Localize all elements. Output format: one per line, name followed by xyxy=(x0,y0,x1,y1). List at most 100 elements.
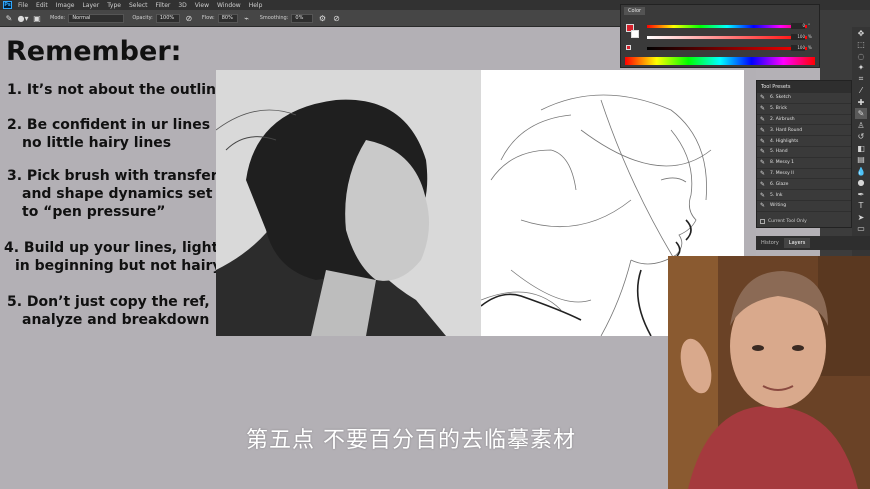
preset-item[interactable]: ✎ 6. Glaze xyxy=(757,179,851,191)
preset-label: 4. Highlights xyxy=(770,138,799,144)
current-tool-only-checkbox[interactable]: Current Tool Only xyxy=(760,219,807,224)
preset-label: Writing xyxy=(770,203,787,209)
preset-item[interactable]: ✎ 5. Hand xyxy=(757,147,851,158)
preset-label: 5. Brick xyxy=(770,106,787,112)
stamp-tool-icon[interactable]: ♙ xyxy=(855,120,867,131)
preset-item[interactable]: ✎ 7. Messy II xyxy=(757,169,851,180)
menu-filter[interactable]: Filter xyxy=(156,2,171,9)
menu-view[interactable]: View xyxy=(195,2,209,9)
brightness-slider[interactable] xyxy=(647,47,807,50)
tab-history[interactable]: History xyxy=(756,238,784,248)
color-panel-tab[interactable]: Color xyxy=(624,7,646,15)
airbrush-icon[interactable]: ⌁ xyxy=(242,13,252,23)
gradient-tool-icon[interactable]: ▤ xyxy=(855,154,867,165)
type-tool-icon[interactable]: T xyxy=(855,200,867,211)
opacity-field[interactable]: 100% xyxy=(155,13,180,23)
brush-icon: ✎ xyxy=(760,202,766,210)
tip-1: 1. It’s not about the outline xyxy=(7,81,226,99)
brightness-value[interactable]: 100 xyxy=(791,45,805,51)
photoshop-logo[interactable]: Ps xyxy=(3,1,12,9)
hue-slider[interactable] xyxy=(647,25,807,28)
pen-tool-icon[interactable]: ✒ xyxy=(855,189,867,200)
document-canvas[interactable]: Remember: 1. It’s not about the outline … xyxy=(0,28,756,489)
menu-file[interactable]: File xyxy=(18,2,28,9)
video-subtitle: 第五点 不要百分百的去临摹素材 xyxy=(246,428,576,453)
preset-item[interactable]: ✎ 3. Hard Round xyxy=(757,125,851,137)
saturation-slider[interactable] xyxy=(647,36,807,39)
brush-settings-icon[interactable]: ▣ xyxy=(32,13,42,23)
menu-image[interactable]: Image xyxy=(56,2,75,9)
pressure-opacity-icon[interactable]: ⊘ xyxy=(184,13,194,23)
brush-icon: ✎ xyxy=(760,137,766,145)
gamut-warning-swatch xyxy=(626,45,631,50)
history-brush-icon[interactable]: ↺ xyxy=(855,131,867,142)
brush-icon: ✎ xyxy=(760,180,766,188)
menu-3d[interactable]: 3D xyxy=(178,2,186,9)
preset-item[interactable]: ✎ 5. Ink xyxy=(757,190,851,201)
reference-photo-art xyxy=(216,70,481,336)
eraser-tool-icon[interactable]: ◧ xyxy=(855,143,867,154)
brush-icon: ✎ xyxy=(760,126,766,134)
menu-edit[interactable]: Edit xyxy=(36,2,48,9)
move-tool-icon[interactable]: ✥ xyxy=(855,28,867,39)
tip-3-line-3: to “pen pressure” xyxy=(22,204,166,220)
path-select-tool-icon[interactable]: ➤ xyxy=(855,212,867,223)
dodge-tool-icon[interactable]: ● xyxy=(855,177,867,188)
crop-tool-icon[interactable]: ⌗ xyxy=(855,74,867,85)
preset-item[interactable]: ✎ 2. Airbrush xyxy=(757,115,851,126)
mode-label: Mode: xyxy=(50,15,66,21)
preset-label: 5. Hand xyxy=(770,149,788,155)
tool-presets-tab[interactable]: Tool Presets xyxy=(757,81,851,93)
slide-title: Remember: xyxy=(6,36,182,67)
healing-tool-icon[interactable]: ✚ xyxy=(855,97,867,108)
tool-presets-panel: Tool Presets ✎ 6. Sketch ✎ 5. Brick ✎ 2. Ai… xyxy=(756,80,852,228)
brush-icon: ✎ xyxy=(760,191,766,199)
brightness-unit: % xyxy=(808,45,812,50)
smoothing-label: Smoothing: xyxy=(259,15,289,21)
saturation-unit: % xyxy=(808,34,812,39)
tip-2-line-1: 2. Be confident in ur lines xyxy=(7,117,211,133)
webcam-overlay xyxy=(668,256,870,489)
lasso-tool-icon[interactable]: ◌ xyxy=(855,51,867,62)
background-color-swatch[interactable] xyxy=(631,30,639,38)
brush-icon: ✎ xyxy=(760,115,766,123)
preset-item[interactable]: ✎ Writing xyxy=(757,201,851,212)
preset-label: 6. Sketch xyxy=(770,95,791,101)
color-spectrum-ramp[interactable] xyxy=(625,57,815,65)
menu-help[interactable]: Help xyxy=(249,2,263,9)
brush-icon: ✎ xyxy=(760,94,766,102)
preset-label: 8. Messy 1 xyxy=(770,160,795,166)
tip-5: 5. Don’t just copy the ref, analyze and … xyxy=(7,293,210,329)
marquee-tool-icon[interactable]: ⬚ xyxy=(855,39,867,50)
hue-value[interactable]: 0 xyxy=(791,23,805,29)
blur-tool-icon[interactable]: 💧 xyxy=(855,166,867,177)
quick-select-tool-icon[interactable]: ✦ xyxy=(855,62,867,73)
current-tool-only-label: Current Tool Only xyxy=(768,219,807,224)
brush-tool-icon[interactable]: ✎ xyxy=(4,13,14,23)
mode-select[interactable]: Normal xyxy=(68,13,125,23)
checkbox-box xyxy=(760,219,765,224)
brush-tool-icon[interactable]: ✎ xyxy=(855,108,867,119)
tip-2: 2. Be confident in ur lines no little ha… xyxy=(7,116,210,152)
shape-tool-icon[interactable]: ▭ xyxy=(855,223,867,234)
menu-type[interactable]: Type xyxy=(107,2,121,9)
preset-item[interactable]: ✎ 6. Sketch xyxy=(757,93,851,104)
preset-item[interactable]: ✎ 8. Messy 1 xyxy=(757,158,851,169)
eyedropper-tool-icon[interactable]: ⁄ xyxy=(855,85,867,96)
tab-layers[interactable]: Layers xyxy=(783,238,811,248)
tip-5-line-2: analyze and breakdown xyxy=(22,312,210,328)
smoothing-field[interactable]: 0% xyxy=(291,13,314,23)
smoothing-settings-icon[interactable]: ⚙ xyxy=(317,13,327,23)
flow-field[interactable]: 80% xyxy=(217,13,238,23)
pressure-size-icon[interactable]: ⊘ xyxy=(331,13,341,23)
brush-preset-picker-icon[interactable]: ●▾ xyxy=(18,13,29,23)
preset-item[interactable]: ✎ 4. Highlights xyxy=(757,136,851,147)
preset-item[interactable]: ✎ 5. Brick xyxy=(757,104,851,115)
menu-window[interactable]: Window xyxy=(217,2,241,9)
preset-label: 3. Hard Round xyxy=(770,127,803,133)
menu-layer[interactable]: Layer xyxy=(82,2,99,9)
tip-3-line-1: 3. Pick brush with transfer xyxy=(7,168,218,184)
brush-icon: ✎ xyxy=(760,159,766,167)
menu-select[interactable]: Select xyxy=(129,2,148,9)
saturation-value[interactable]: 100 xyxy=(791,34,805,40)
